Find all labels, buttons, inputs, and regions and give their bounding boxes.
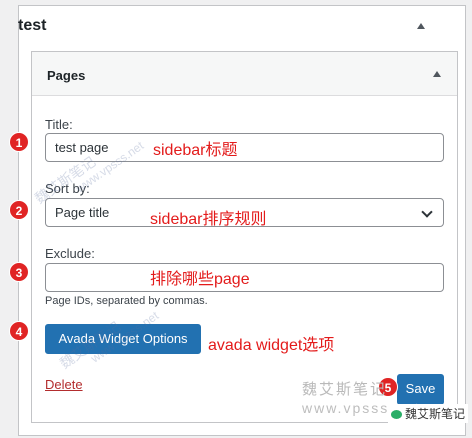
annotation-note: sidebar标题 (153, 142, 238, 159)
collapse-arrow-icon[interactable] (417, 23, 425, 29)
title-input[interactable]: test page (45, 133, 444, 162)
annotation-note: 排除哪些page (150, 271, 250, 288)
panel-title: Pages (47, 68, 86, 83)
panel-header[interactable]: Pages (32, 52, 457, 96)
watermark-text: 魏艾斯笔记 (302, 381, 388, 398)
annotation-note: sidebar排序规则 (150, 211, 267, 228)
annotation-badge: 2 (9, 200, 29, 220)
exclude-hint: Page IDs, separated by commas. (45, 295, 208, 307)
widgets-area: test Pages Title: test page Sort by: Pag… (0, 0, 472, 438)
annotation-note: avada widget选项 (208, 337, 335, 354)
exclude-label: Exclude: (45, 246, 95, 261)
sort-select-value: Page title (55, 205, 110, 220)
annotation-badge: 3 (9, 262, 29, 282)
dropdown-caret-icon (421, 206, 433, 218)
delete-link[interactable]: Delete (45, 377, 83, 392)
wechat-icon (391, 410, 402, 420)
widget-title[interactable]: test (18, 17, 46, 35)
pages-widget-panel: Pages (31, 51, 458, 423)
annotation-badge: 4 (9, 321, 29, 341)
title-label: Title: (45, 117, 73, 132)
wechat-watermark: 魏艾斯笔记 (388, 404, 469, 423)
collapse-arrow-icon[interactable] (433, 71, 441, 77)
wechat-text: 魏艾斯笔记 (405, 407, 466, 421)
annotation-badge: 1 (9, 132, 29, 152)
